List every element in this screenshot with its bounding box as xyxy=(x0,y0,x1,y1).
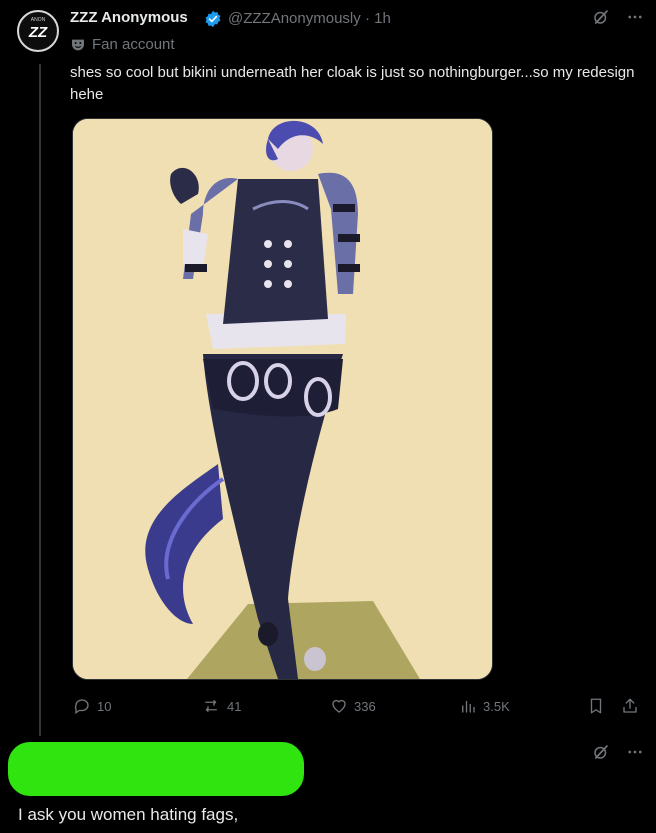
reply-header-actions xyxy=(592,743,644,761)
more-options-icon[interactable] xyxy=(626,743,644,761)
repost-button[interactable]: 41 xyxy=(201,697,241,715)
redaction-block xyxy=(8,742,304,796)
reply-button[interactable]: 10 xyxy=(73,697,111,715)
like-count: 336 xyxy=(354,698,376,714)
post-time[interactable]: 1h xyxy=(374,10,391,27)
user-handle[interactable]: @ZZZAnonymously xyxy=(228,10,361,27)
views-count: 3.5K xyxy=(483,698,510,714)
avatar-logo-text: ZZ xyxy=(28,24,48,41)
header-actions xyxy=(592,8,644,26)
share-button[interactable] xyxy=(621,697,639,715)
tweet-text: shes so cool but bikini underneath her c… xyxy=(70,64,635,103)
like-button[interactable]: 336 xyxy=(330,697,376,715)
reply-text: I ask you women hating fags, xyxy=(18,805,239,824)
handle-and-time[interactable]: @ZZZAnonymously · 1h xyxy=(228,10,391,27)
grok-icon[interactable] xyxy=(592,8,610,26)
display-name[interactable]: ZZZ Anonymous xyxy=(70,9,188,26)
more-options-icon[interactable] xyxy=(626,8,644,26)
views-chart-icon xyxy=(459,697,477,715)
repost-count: 41 xyxy=(227,698,242,714)
svg-text:ANON: ANON xyxy=(31,17,46,23)
reply-icon xyxy=(73,697,91,715)
grok-icon[interactable] xyxy=(592,743,610,761)
fan-account-label: Fan account xyxy=(70,36,175,53)
heart-icon xyxy=(330,697,348,715)
repost-icon xyxy=(201,697,221,715)
reply-count: 10 xyxy=(97,698,112,714)
bookmark-icon xyxy=(587,697,605,715)
share-icon xyxy=(621,697,639,715)
avatar[interactable]: ANON ZZ xyxy=(17,10,59,52)
tweet-media-image[interactable] xyxy=(72,118,493,680)
separator-dot: · xyxy=(364,10,370,27)
theater-masks-icon xyxy=(70,37,86,53)
thread-connector-line xyxy=(39,64,41,736)
bookmark-button[interactable] xyxy=(587,697,605,715)
views-button[interactable]: 3.5K xyxy=(459,697,510,715)
verified-badge-icon xyxy=(204,10,222,28)
fan-account-text: Fan account xyxy=(92,36,175,53)
